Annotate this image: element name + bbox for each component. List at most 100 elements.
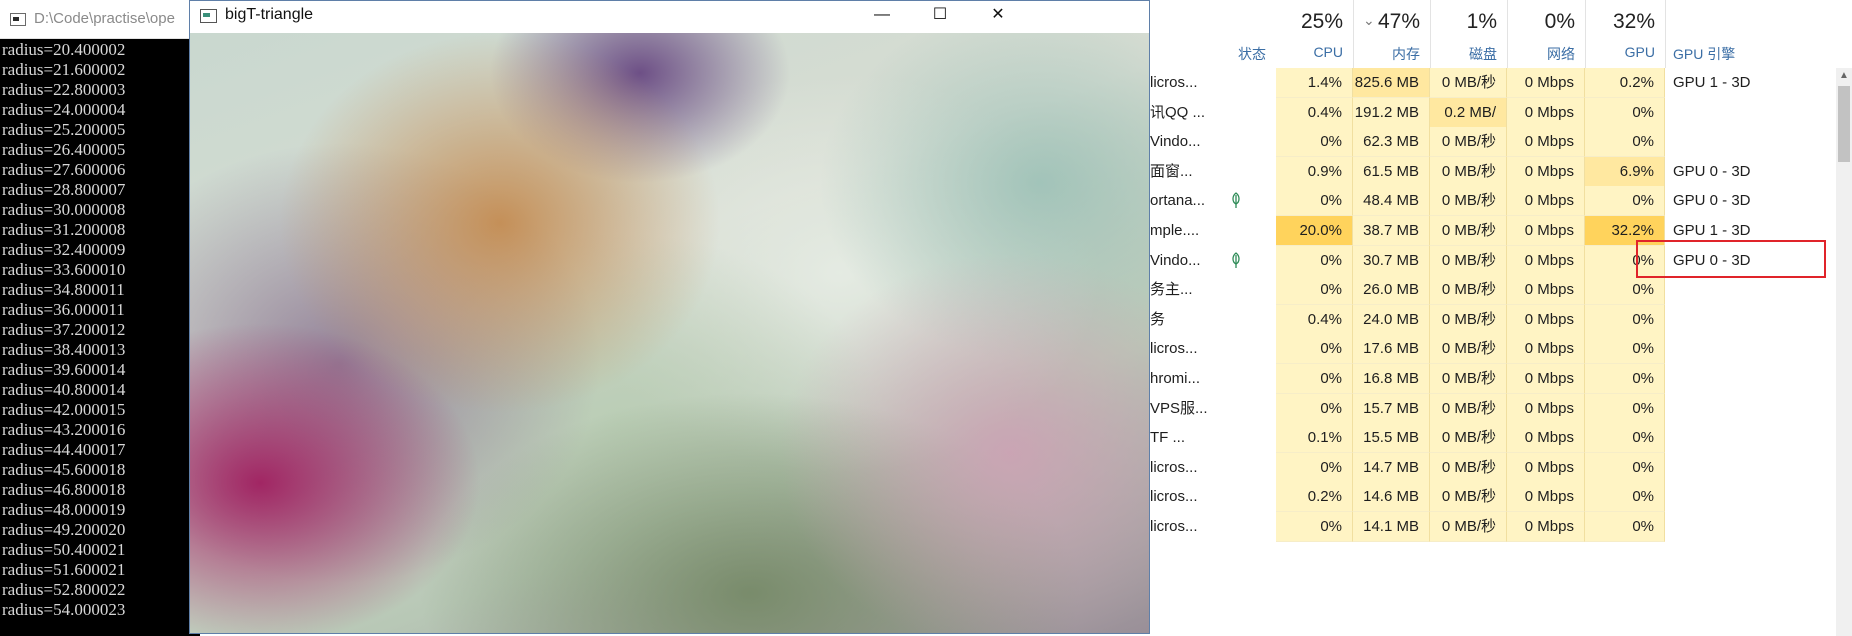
scroll-thumb[interactable] bbox=[1838, 86, 1850, 162]
console-line: radius=39.600014 bbox=[2, 360, 126, 379]
console-line: radius=51.600021 bbox=[2, 560, 126, 579]
cpu-total: 25% bbox=[1300, 10, 1343, 33]
cell-cpu: 0% bbox=[1276, 364, 1353, 394]
minimize-button[interactable]: — bbox=[853, 1, 911, 31]
cell-mem: 825.6 MB bbox=[1353, 68, 1430, 98]
cell-disk: 0 MB/秒 bbox=[1430, 245, 1507, 276]
header-gpu-engine[interactable]: GPU 引擎 bbox=[1665, 0, 1835, 68]
console-line: radius=21.600002 bbox=[2, 60, 126, 79]
console-titlebar[interactable]: D:\Code\practise\ope bbox=[0, 0, 200, 39]
memory-total: 47% bbox=[1377, 10, 1420, 33]
header-network[interactable]: 0% 网络 bbox=[1507, 0, 1586, 68]
cell-cpu: 0% bbox=[1276, 275, 1353, 306]
header-memory[interactable]: ⌄ 47% 内存 bbox=[1353, 0, 1431, 68]
header-status[interactable]: 状态 bbox=[1238, 44, 1266, 64]
cell-mem: 16.8 MB bbox=[1353, 364, 1430, 394]
cell-mem: 38.7 MB bbox=[1353, 216, 1430, 246]
close-button[interactable]: ✕ bbox=[969, 1, 1027, 31]
console-line: radius=43.200016 bbox=[2, 420, 126, 439]
network-total: 0% bbox=[1544, 10, 1575, 33]
cell-name: licros... bbox=[1150, 518, 1198, 535]
cell-name: licros... bbox=[1150, 340, 1198, 358]
cell-engine bbox=[1665, 127, 1835, 157]
console-window: D:\Code\practise\ope radius=20.400002 rad… bbox=[0, 0, 200, 636]
cell-gpu: 0% bbox=[1585, 304, 1665, 335]
cell-mem: 61.5 MB bbox=[1353, 156, 1430, 187]
cell-engine bbox=[1665, 394, 1835, 424]
cell-net: 0 Mbps bbox=[1507, 127, 1585, 158]
cell-net: 0 Mbps bbox=[1507, 245, 1585, 276]
cell-engine bbox=[1665, 512, 1835, 542]
cell-net: 0 Mbps bbox=[1507, 97, 1585, 128]
console-line: radius=30.000008 bbox=[2, 200, 126, 219]
cell-gpu: 0% bbox=[1585, 334, 1665, 365]
console-line: radius=38.400013 bbox=[2, 340, 126, 359]
cell-mem: 14.6 MB bbox=[1353, 482, 1430, 513]
cell-net: 0 Mbps bbox=[1507, 304, 1585, 335]
cell-gpu: 0% bbox=[1585, 512, 1665, 542]
cell-name: VPS服... bbox=[1150, 399, 1208, 417]
app-icon bbox=[200, 9, 217, 23]
cell-engine bbox=[1665, 453, 1835, 483]
console-app-icon bbox=[10, 13, 26, 26]
render-canvas[interactable] bbox=[190, 33, 1149, 633]
console-line: radius=40.800014 bbox=[2, 380, 126, 399]
vertical-scrollbar[interactable]: ▲ bbox=[1836, 68, 1852, 636]
cell-mem: 14.7 MB bbox=[1353, 452, 1430, 483]
process-row[interactable]: licros... 0% 14.1 MB 0 MB/秒 0 Mbps 0% bbox=[1146, 512, 1836, 547]
cell-engine bbox=[1665, 334, 1835, 364]
cell-disk: 0 MB/秒 bbox=[1430, 512, 1507, 542]
cell-disk: 0 MB/秒 bbox=[1430, 423, 1507, 454]
cell-name: 务主... bbox=[1150, 281, 1193, 299]
cell-gpu: 0% bbox=[1585, 127, 1665, 158]
cell-disk: 0 MB/秒 bbox=[1430, 364, 1507, 394]
header-disk[interactable]: 1% 磁盘 bbox=[1430, 0, 1508, 68]
render-window-titlebar[interactable]: bigT-triangle — ☐ ✕ bbox=[190, 1, 1149, 33]
render-window-title: bigT-triangle bbox=[225, 6, 314, 23]
cell-disk: 0 MB/秒 bbox=[1430, 452, 1507, 483]
cell-name: ortana... bbox=[1150, 192, 1206, 210]
cpu-label: CPU bbox=[1313, 44, 1343, 60]
cell-mem: 48.4 MB bbox=[1353, 186, 1430, 217]
cell-cpu: 20.0% bbox=[1276, 216, 1353, 246]
console-line: radius=44.400017 bbox=[2, 440, 126, 459]
console-line: radius=27.600006 bbox=[2, 160, 126, 179]
header-gpu[interactable]: 32% GPU bbox=[1585, 0, 1666, 68]
cell-name: TF ... bbox=[1150, 429, 1185, 447]
cell-cpu: 0% bbox=[1276, 127, 1353, 158]
cell-net: 0 Mbps bbox=[1507, 216, 1585, 246]
chevron-down-icon: ⌄ bbox=[1363, 12, 1375, 28]
scroll-up-arrow-icon[interactable]: ▲ bbox=[1836, 68, 1852, 84]
cell-cpu: 0% bbox=[1276, 393, 1353, 424]
cell-gpu: 0% bbox=[1585, 393, 1665, 424]
cell-disk: 0 MB/秒 bbox=[1430, 275, 1507, 306]
console-output: radius=20.400002 radius=21.600002 radius=2… bbox=[2, 40, 198, 620]
cell-cpu: 0% bbox=[1276, 245, 1353, 276]
cell-name: mple.... bbox=[1150, 222, 1200, 239]
cell-net: 0 Mbps bbox=[1507, 393, 1585, 424]
memory-label: 内存 bbox=[1392, 46, 1420, 62]
cell-name: Vindo... bbox=[1150, 133, 1201, 151]
header-cpu[interactable]: 25% CPU bbox=[1276, 0, 1354, 68]
console-line: radius=45.600018 bbox=[2, 460, 126, 479]
console-line: radius=48.000019 bbox=[2, 500, 126, 519]
console-line: radius=34.800011 bbox=[2, 280, 125, 299]
network-label: 网络 bbox=[1547, 46, 1575, 62]
disk-total: 1% bbox=[1466, 10, 1497, 33]
cell-cpu: 0.4% bbox=[1276, 304, 1353, 335]
console-line: radius=26.400005 bbox=[2, 140, 126, 159]
cell-engine: GPU 0 - 3D bbox=[1673, 192, 1751, 210]
disk-label: 磁盘 bbox=[1469, 46, 1497, 62]
maximize-button[interactable]: ☐ bbox=[911, 1, 969, 31]
efficiency-leaf-icon bbox=[1226, 186, 1246, 216]
cell-engine: GPU 1 - 3D bbox=[1673, 74, 1751, 91]
console-line: radius=42.000015 bbox=[2, 400, 126, 419]
cell-mem: 15.5 MB bbox=[1353, 423, 1430, 454]
cell-disk: 0 MB/秒 bbox=[1430, 216, 1507, 246]
cell-net: 0 Mbps bbox=[1507, 364, 1585, 394]
cell-disk: 0 MB/秒 bbox=[1430, 68, 1507, 98]
cell-gpu: 6.9% bbox=[1585, 156, 1665, 187]
console-line: radius=49.200020 bbox=[2, 520, 126, 539]
cell-disk: 0 MB/秒 bbox=[1430, 127, 1507, 158]
gpu-engine-label: GPU 引擎 bbox=[1673, 46, 1736, 62]
